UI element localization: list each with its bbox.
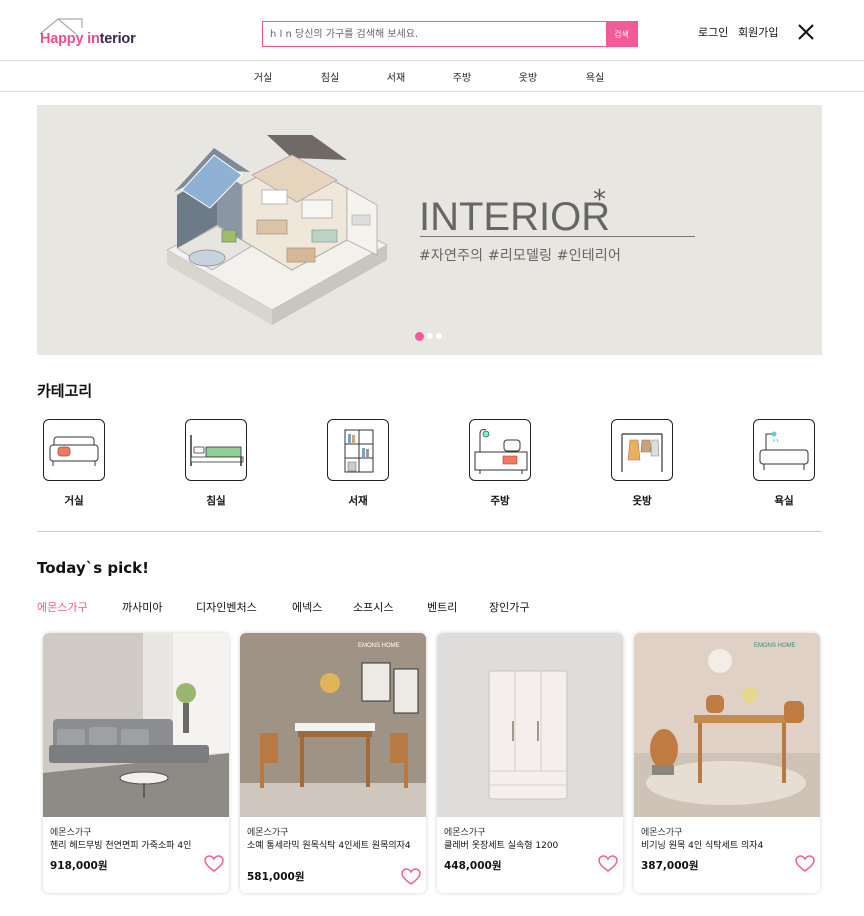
product-brand: 에몬스가구 <box>50 828 92 838</box>
product-card[interactable]: 에몬스가구 클레버 옷장세트 실속형 1200 448,000원 <box>437 633 623 893</box>
category-closet[interactable]: 옷방 <box>611 419 673 507</box>
category-bedroom[interactable]: 침실 <box>185 419 247 507</box>
category-label: 주방 <box>490 495 510 507</box>
category-box[interactable] <box>327 419 389 481</box>
nav-item-living[interactable]: 거실 <box>254 69 272 84</box>
product-brand: 에몬스가구 <box>247 828 289 838</box>
category-box[interactable] <box>185 419 247 481</box>
bathtub-icon <box>759 431 809 470</box>
category-label: 서재 <box>348 495 368 507</box>
product-image[interactable] <box>437 633 623 817</box>
heart-icon[interactable] <box>401 868 421 886</box>
brand-tab-emons[interactable]: 에몬스가구 <box>37 599 88 615</box>
slider-dot-2[interactable] <box>427 333 433 339</box>
search-bar: 검색 <box>262 21 638 47</box>
category-box[interactable] <box>753 419 815 481</box>
product-image[interactable]: EMONS HOME <box>240 633 426 817</box>
hero-banner[interactable]: INTERIOR * #자연주의 #리모델링 #인테리어 <box>37 105 822 355</box>
signup-link[interactable]: 회원가입 <box>738 24 778 40</box>
heart-icon[interactable] <box>204 855 224 873</box>
product-name[interactable]: 비기닝 원목 4인 식탁세트 의자4 <box>641 840 817 853</box>
product-name[interactable]: 소예 통세라믹 원목식탁 4인세트 원목의자4 <box>247 840 423 853</box>
svg-text:EMONS HOME: EMONS HOME <box>358 643 400 649</box>
product-card[interactable]: EMONS HOME 에몬스가구 소예 통세라믹 원목식탁 4인세트 원목의자4… <box>240 633 426 893</box>
banner-underline <box>420 236 695 237</box>
main-nav: 거실 침실 서재 주방 옷방 욕실 <box>0 60 864 92</box>
product-price: 918,000원 <box>50 860 108 872</box>
heart-icon[interactable] <box>795 855 815 873</box>
category-label: 침실 <box>206 495 226 507</box>
slider-dot-3[interactable] <box>436 333 442 339</box>
category-label: 옷방 <box>632 495 652 507</box>
close-icon[interactable] <box>796 22 816 42</box>
banner-title: INTERIOR <box>419 195 611 239</box>
product-image[interactable]: EMONS HOME <box>634 633 820 817</box>
category-box[interactable] <box>611 419 673 481</box>
product-price: 448,000원 <box>444 860 502 872</box>
nav-item-kitchen[interactable]: 주방 <box>453 69 471 84</box>
sofa-icon <box>49 436 99 466</box>
product-name[interactable]: 헨리 헤드무빙 천연면피 가죽소파 4인 <box>50 840 226 853</box>
svg-text:EMONS HOME: EMONS HOME <box>754 643 796 649</box>
login-link[interactable]: 로그인 <box>698 24 728 40</box>
category-label: 욕실 <box>774 495 794 507</box>
banner-tags: #자연주의 #리모델링 #인테리어 <box>419 248 622 264</box>
category-label: 거실 <box>64 495 84 507</box>
brand-tab-designventures[interactable]: 디자인벤처스 <box>196 599 257 615</box>
clothes-rack-icon <box>621 433 663 472</box>
product-image[interactable] <box>43 633 229 817</box>
brand-tab-bentree[interactable]: 벤트리 <box>427 599 457 615</box>
nav-item-study[interactable]: 서재 <box>387 69 405 84</box>
banner-star: * <box>593 185 606 215</box>
category-bathroom[interactable]: 욕실 <box>753 419 815 507</box>
product-price: 581,000원 <box>247 871 305 883</box>
slider-dot-1[interactable] <box>415 332 424 341</box>
category-living[interactable]: 거실 <box>43 419 105 507</box>
bookshelf-icon <box>344 429 374 473</box>
category-kitchen[interactable]: 주방 <box>469 419 531 507</box>
house-cutaway-illustration <box>165 135 389 325</box>
product-name[interactable]: 클레버 옷장세트 실속형 1200 <box>444 840 620 853</box>
brand-tab-casamia[interactable]: 까사미아 <box>122 599 162 615</box>
search-button[interactable]: 검색 <box>606 22 637 46</box>
product-card[interactable]: EMONS HOME 에몬스가구 비기닝 원목 4인 식탁세트 의자4 387,… <box>634 633 820 893</box>
logo[interactable]: Happy interior <box>38 16 148 50</box>
nav-item-closet[interactable]: 옷방 <box>519 69 537 84</box>
section-divider <box>37 531 822 532</box>
product-price: 387,000원 <box>641 860 699 872</box>
bed-icon <box>190 435 244 466</box>
nav-item-bathroom[interactable]: 욕실 <box>586 69 604 84</box>
product-brand: 에몬스가구 <box>444 828 486 838</box>
product-brand: 에몬스가구 <box>641 828 683 838</box>
kitchen-icon <box>474 429 528 474</box>
header: Happy interior 검색 로그인 회원가입 <box>0 0 864 60</box>
brand-tab-enex[interactable]: 에넥스 <box>292 599 322 615</box>
picks-title: Today`s pick! <box>37 559 149 577</box>
brand-tab-jangin[interactable]: 장인가구 <box>489 599 529 615</box>
logo-text: Happy interior <box>40 31 136 47</box>
category-box[interactable] <box>43 419 105 481</box>
search-input[interactable] <box>263 22 607 46</box>
heart-icon[interactable] <box>598 855 618 873</box>
category-title: 카테고리 <box>37 382 93 400</box>
product-card[interactable]: 에몬스가구 헨리 헤드무빙 천연면피 가죽소파 4인 918,000원 <box>43 633 229 893</box>
brand-tab-sofsys[interactable]: 소프시스 <box>353 599 393 615</box>
category-study[interactable]: 서재 <box>327 419 389 507</box>
category-box[interactable] <box>469 419 531 481</box>
nav-item-bedroom[interactable]: 침실 <box>321 69 339 84</box>
